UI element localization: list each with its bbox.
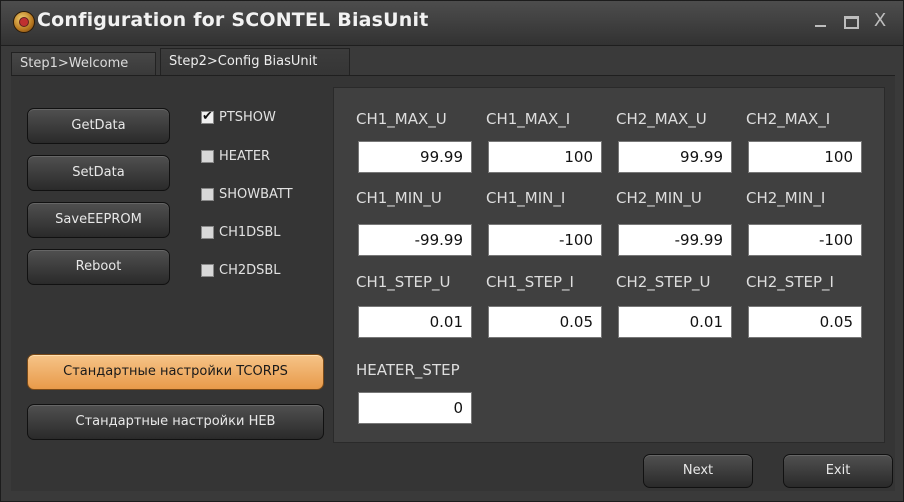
param-label: CH2_MIN_I [746, 189, 826, 207]
preset-heb-button[interactable]: Стандартные настройки HEB [27, 404, 324, 440]
ch2-min-i-field[interactable]: -100 [748, 224, 862, 256]
ch1-min-i-field[interactable]: -100 [488, 224, 602, 256]
checkbox-label: CH1DSBL [219, 225, 281, 240]
checkbox-label: HEATER [219, 149, 271, 164]
maximize-icon [844, 16, 859, 29]
next-button[interactable]: Next [643, 454, 753, 488]
heater-step-field[interactable]: 0 [358, 392, 472, 424]
checkbox-checked-icon[interactable] [201, 108, 214, 126]
title-bar[interactable]: Configuration for SCONTEL BiasUnit X [1, 1, 903, 46]
ch1-max-u-field[interactable]: 99.99 [358, 141, 472, 173]
close-icon: X [873, 10, 887, 31]
checkbox-label: PTSHOW [219, 110, 276, 125]
ch1-step-u-field[interactable]: 0.01 [358, 306, 472, 338]
ch2-min-u-field[interactable]: -99.99 [618, 224, 732, 256]
param-label: CH1_STEP_U [356, 273, 451, 291]
save-eeprom-button[interactable]: SaveEEPROM [27, 202, 170, 238]
minimize-button[interactable] [807, 7, 833, 35]
ch1-min-u-field[interactable]: -99.99 [358, 224, 472, 256]
param-label: CH1_STEP_I [486, 273, 574, 291]
checkbox-icon[interactable] [201, 150, 214, 163]
param-label: CH2_MAX_I [746, 110, 831, 128]
param-label: CH2_STEP_I [746, 273, 834, 291]
reboot-button[interactable]: Reboot [27, 249, 170, 285]
close-button[interactable]: X [867, 7, 893, 35]
checkbox-icon[interactable] [201, 226, 214, 239]
get-data-button[interactable]: GetData [27, 108, 170, 144]
ch1-max-i-field[interactable]: 100 [488, 141, 602, 173]
checkbox-icon[interactable] [201, 264, 214, 277]
ch2-step-u-field[interactable]: 0.01 [618, 306, 732, 338]
checkbox-icon[interactable] [201, 188, 214, 201]
param-label: CH2_MIN_U [616, 189, 702, 207]
heater-step-label: HEATER_STEP [356, 361, 460, 379]
parameters-panel: CH1_MAX_U CH1_MAX_I CH2_MAX_U CH2_MAX_I … [333, 87, 885, 443]
tab-step2-config[interactable]: Step2>Config BiasUnit [160, 48, 350, 76]
maximize-button[interactable] [837, 7, 863, 35]
param-label: CH1_MIN_I [486, 189, 566, 207]
exit-button[interactable]: Exit [783, 454, 893, 488]
param-label: CH1_MAX_I [486, 110, 571, 128]
param-label: CH2_MAX_U [616, 110, 707, 128]
ch2-max-u-field[interactable]: 99.99 [618, 141, 732, 173]
app-logo-icon [13, 11, 35, 33]
preset-tcorps-button[interactable]: Стандартные настройки TCORPS [27, 354, 324, 390]
ch1-step-i-field[interactable]: 0.05 [488, 306, 602, 338]
minimize-icon [815, 25, 826, 27]
checkbox-label: SHOWBATT [219, 187, 293, 202]
window-title: Configuration for SCONTEL BiasUnit [37, 9, 429, 31]
checkbox-label: CH2DSBL [219, 263, 281, 278]
param-label: CH1_MAX_U [356, 110, 447, 128]
app-window: Configuration for SCONTEL BiasUnit X Ste… [0, 0, 904, 502]
param-label: CH2_STEP_U [616, 273, 711, 291]
set-data-button[interactable]: SetData [27, 155, 170, 191]
ch2-step-i-field[interactable]: 0.05 [748, 306, 862, 338]
tab-content: GetData SetData SaveEEPROM Reboot PTSHOW… [11, 76, 895, 491]
param-label: CH1_MIN_U [356, 189, 442, 207]
ch2-max-i-field[interactable]: 100 [748, 141, 862, 173]
tab-step1-welcome[interactable]: Step1>Welcome [11, 52, 156, 76]
